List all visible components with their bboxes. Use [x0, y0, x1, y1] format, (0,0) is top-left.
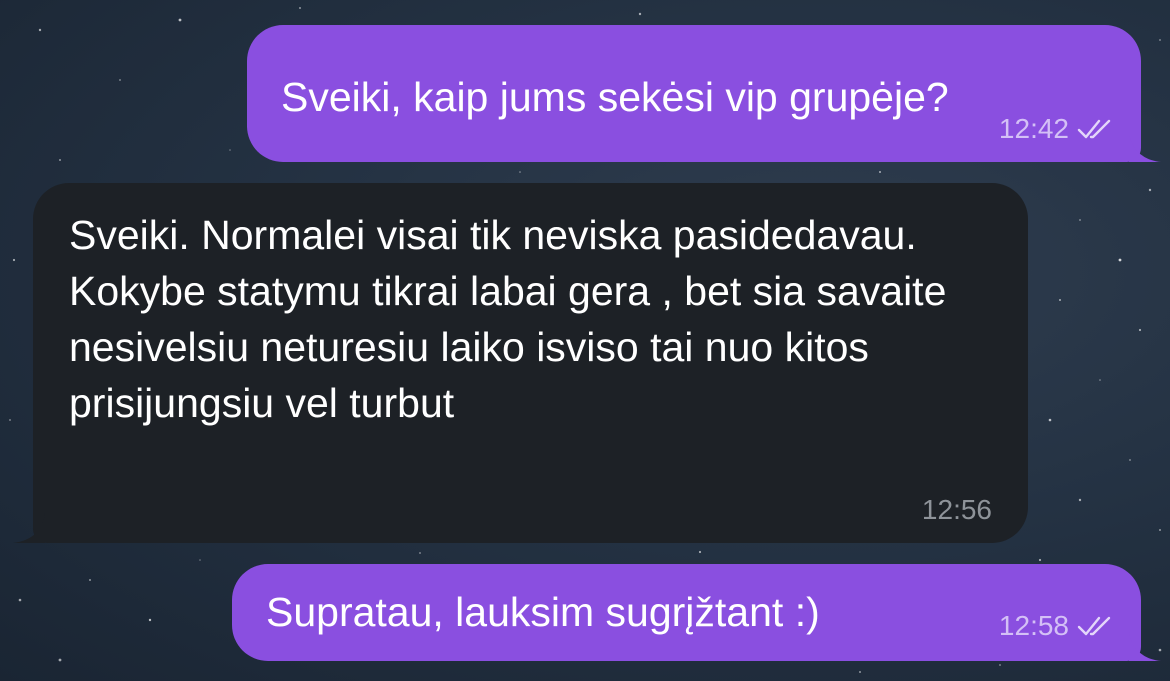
bubble-tail [13, 513, 45, 543]
message-time: 12:56 [921, 494, 992, 525]
message-text: Sveiki, kaip jums sekėsi vip grupėje? [281, 74, 949, 120]
outgoing-message[interactable]: Supratau, lauksim sugrįžtant :) 12:58 [232, 564, 1161, 661]
double-check-icon [1077, 119, 1111, 139]
message-time: 12:42 [998, 113, 1069, 144]
message-meta: 12:58 [999, 611, 1113, 641]
outgoing-message[interactable]: Sveiki, kaip jums sekėsi vip grupėje? 12… [247, 25, 1161, 162]
double-check-icon [1077, 616, 1111, 636]
message-time: 12:58 [998, 610, 1069, 641]
message-meta: 12:56 [922, 495, 992, 525]
incoming-message[interactable]: Sveiki. Normalei visai tik neviska pasid… [13, 183, 1028, 543]
message-meta: 12:42 [999, 114, 1113, 144]
bubble-tail [1129, 132, 1161, 162]
message-text: Supratau, lauksim sugrįžtant :) [266, 589, 820, 635]
message-text: Sveiki. Normalei visai tik neviska pasid… [69, 212, 947, 426]
bubble-tail [1129, 631, 1161, 661]
